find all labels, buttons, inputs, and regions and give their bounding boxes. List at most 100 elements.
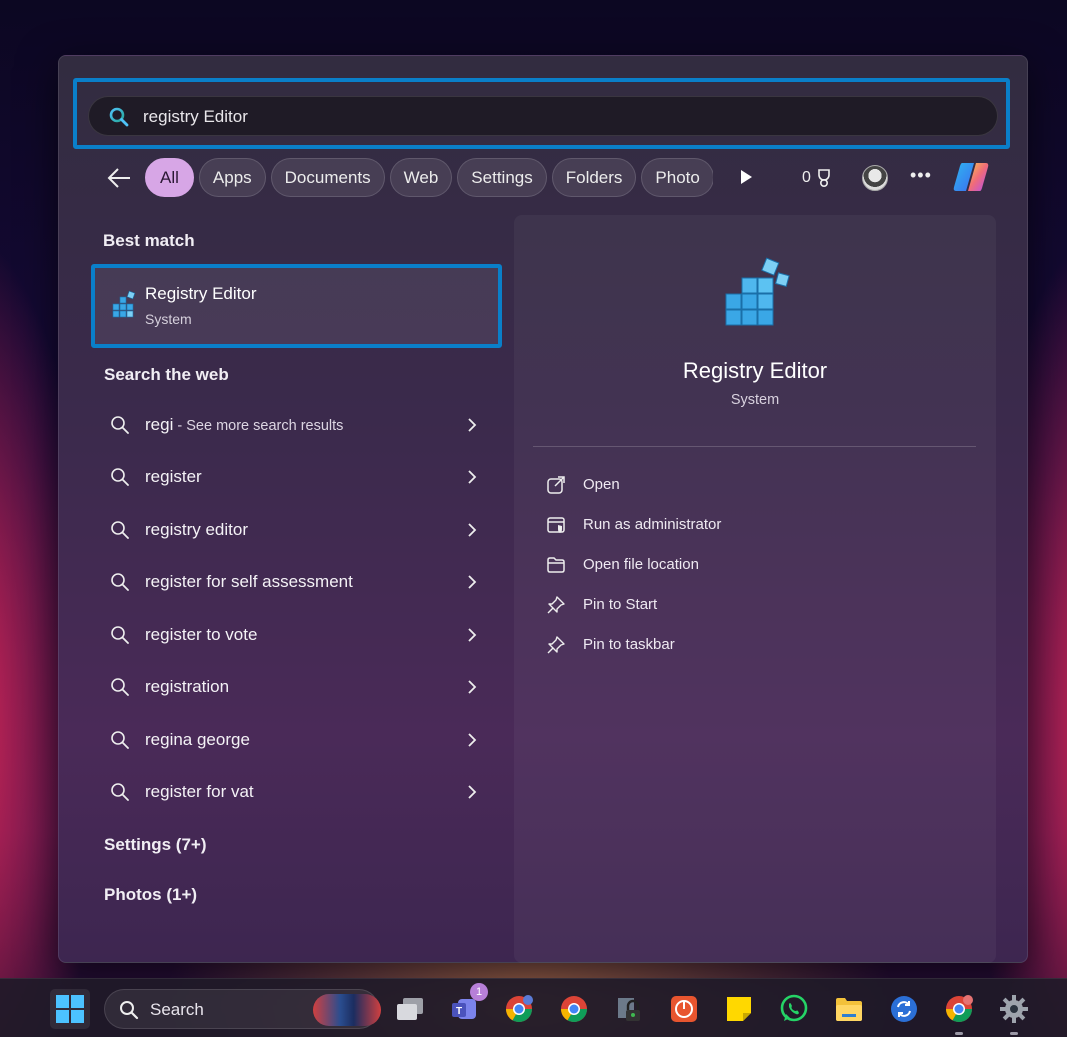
web-result-text: registry editor: [145, 520, 248, 540]
chrome-profile-icon[interactable]: [499, 989, 539, 1029]
settings-group-heading[interactable]: Settings (7+): [104, 835, 207, 855]
web-result-item[interactable]: register for vat: [104, 772, 494, 812]
pin-icon: [547, 596, 565, 614]
chevron-right-icon: [468, 628, 477, 642]
chevron-right-icon: [468, 575, 477, 589]
search-icon: [109, 107, 129, 127]
action-open-file-location[interactable]: Open file location: [546, 550, 846, 580]
web-result-query: regi: [145, 415, 174, 434]
file-explorer-icon[interactable]: [829, 989, 869, 1029]
web-result-text: register for self assessment: [145, 572, 353, 592]
web-result-text: register: [145, 467, 202, 487]
web-result-query: register: [145, 467, 202, 486]
open-external-icon: [547, 476, 565, 494]
search-icon: [111, 573, 129, 591]
search-box[interactable]: [88, 96, 998, 136]
detail-divider: [533, 446, 976, 447]
action-label: Pin to taskbar: [583, 636, 675, 653]
more-filters-play-icon[interactable]: [737, 168, 755, 186]
web-result-query: register to vote: [145, 625, 258, 644]
chip-web[interactable]: Web: [389, 158, 453, 197]
chevron-right-icon: [468, 785, 477, 799]
web-result-extra: - See more search results: [173, 418, 344, 434]
back-arrow-icon[interactable]: [104, 164, 134, 192]
taskbar: Search T 1: [0, 978, 1067, 1037]
chip-photos[interactable]: Photo: [641, 158, 713, 197]
web-result-query: regina george: [145, 730, 250, 749]
pin-icon: [547, 636, 565, 654]
chevron-right-icon: [468, 733, 477, 747]
action-label: Pin to Start: [583, 596, 658, 613]
action-open[interactable]: Open: [546, 470, 846, 500]
taskbar-search[interactable]: Search: [104, 989, 381, 1029]
best-match-subtitle: System: [145, 311, 192, 327]
search-highlight-art-icon: [313, 994, 381, 1026]
user-avatar[interactable]: [862, 165, 888, 191]
sticky-notes-icon[interactable]: [719, 989, 759, 1029]
search-input[interactable]: [143, 105, 743, 129]
chrome-icon[interactable]: [554, 989, 594, 1029]
web-result-item[interactable]: regina george: [104, 720, 494, 760]
chrome-alt-icon[interactable]: [939, 989, 979, 1035]
best-match-title: Registry Editor: [145, 284, 257, 303]
web-result-text: register for vat: [145, 782, 254, 802]
web-result-item[interactable]: regi - See more search results: [104, 405, 494, 445]
search-icon: [111, 731, 129, 749]
web-result-item[interactable]: register to vote: [104, 615, 494, 655]
sync-icon[interactable]: [884, 989, 924, 1029]
web-result-query: register for self assessment: [145, 572, 353, 591]
web-result-text: register to vote: [145, 625, 257, 645]
search-icon: [120, 1001, 139, 1020]
action-label: Open: [583, 476, 620, 493]
chevron-right-icon: [468, 470, 477, 484]
search-icon: [111, 783, 129, 801]
web-result-item[interactable]: register for self assessment: [104, 562, 494, 602]
power-app-icon[interactable]: [664, 989, 704, 1029]
windows-start-icon[interactable]: [50, 989, 90, 1029]
action-label: Run as administrator: [583, 516, 722, 533]
lock-app-icon[interactable]: [609, 989, 649, 1029]
action-pin-to-taskbar[interactable]: Pin to taskbar: [546, 630, 846, 660]
web-result-text: regina george: [145, 730, 250, 750]
whatsapp-icon[interactable]: [774, 989, 814, 1029]
filter-chips: All Apps Documents Web Settings Folders …: [145, 158, 713, 198]
web-result-item[interactable]: register: [104, 457, 494, 497]
chevron-right-icon: [468, 418, 477, 432]
best-match-heading: Best match: [103, 231, 195, 250]
taskbar-search-label: Search: [150, 1000, 204, 1019]
copilot-icon[interactable]: [952, 160, 990, 194]
chip-all[interactable]: All: [145, 158, 194, 197]
registry-editor-icon: [112, 290, 136, 318]
best-match-registry-editor[interactable]: Registry Editor System: [91, 264, 502, 348]
web-result-query: register for vat: [145, 782, 254, 801]
chevron-right-icon: [468, 680, 477, 694]
photos-group-heading[interactable]: Photos (1+): [104, 885, 197, 905]
web-result-text: registration: [145, 677, 229, 697]
search-icon: [111, 416, 129, 434]
detail-title: Registry Editor: [682, 358, 828, 383]
web-result-item[interactable]: registration: [104, 667, 494, 707]
chevron-right-icon: [468, 523, 477, 537]
teams-icon[interactable]: T 1: [444, 983, 488, 1029]
detail-subtitle: System: [730, 392, 780, 408]
task-view-icon[interactable]: [390, 989, 430, 1029]
action-run-as-admin[interactable]: Run as administrator: [546, 510, 846, 540]
running-indicator: [1010, 1032, 1018, 1035]
search-icon: [111, 678, 129, 696]
web-result-item[interactable]: registry editor: [104, 510, 494, 550]
action-pin-to-start[interactable]: Pin to Start: [546, 590, 846, 620]
trophy-icon: [818, 169, 830, 188]
chip-apps[interactable]: Apps: [198, 158, 266, 197]
action-label: Open file location: [583, 556, 699, 573]
chip-settings[interactable]: Settings: [457, 158, 547, 197]
rewards-points[interactable]: 0: [802, 168, 833, 188]
chip-documents[interactable]: Documents: [270, 158, 385, 197]
web-result-text: regi - See more search results: [145, 415, 343, 435]
chip-folders[interactable]: Folders: [551, 158, 637, 197]
settings-gear-icon[interactable]: [994, 989, 1034, 1035]
search-icon: [111, 468, 129, 486]
shield-window-icon: [547, 517, 565, 533]
running-indicator: [955, 1032, 963, 1035]
web-result-query: registry editor: [145, 520, 248, 539]
more-options-icon[interactable]: •••: [910, 165, 932, 186]
